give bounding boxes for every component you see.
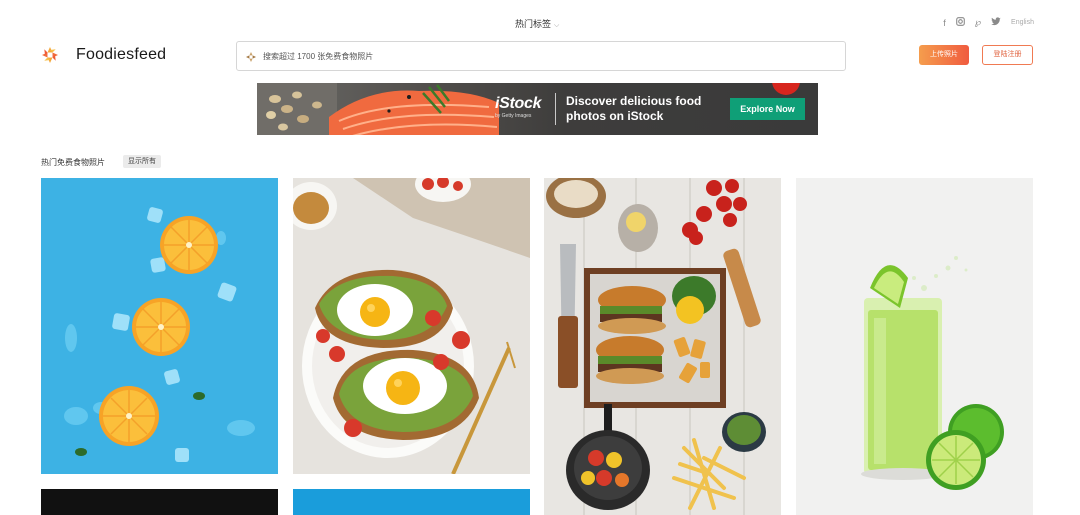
photo-tile-egg-toast[interactable] bbox=[293, 178, 530, 474]
istock-logo: iStock by Getty Images bbox=[495, 95, 542, 119]
photo-tile-dark[interactable] bbox=[41, 489, 278, 515]
ad-headline: Discover delicious food photos on iStock bbox=[566, 94, 702, 123]
popular-tags-label: 热门标签 bbox=[515, 19, 552, 29]
brand-name[interactable]: Foodiesfeed bbox=[76, 46, 166, 64]
burgers-image bbox=[544, 178, 781, 515]
search-box[interactable] bbox=[236, 41, 846, 71]
upload-photo-button[interactable]: 上传照片 bbox=[919, 45, 969, 65]
pinterest-icon[interactable]: ℘ bbox=[975, 17, 981, 28]
language-switch[interactable]: English bbox=[1011, 19, 1034, 26]
photo-tile-blue[interactable] bbox=[293, 489, 530, 515]
popular-tags-dropdown[interactable]: 热门标签 ⌵ bbox=[515, 17, 559, 30]
search-icon bbox=[245, 50, 257, 62]
istock-brand: iStock bbox=[495, 95, 542, 112]
logo-icon[interactable] bbox=[41, 46, 59, 64]
chevron-down-icon: ⌵ bbox=[554, 22, 560, 29]
photo-tile-oranges[interactable] bbox=[41, 178, 278, 474]
section-title: 热门免费食物照片 bbox=[41, 158, 105, 167]
egg-toast-image bbox=[293, 178, 530, 474]
ad-tomato-image bbox=[772, 83, 800, 95]
istock-ad-banner[interactable]: iStock by Getty Images Discover deliciou… bbox=[257, 83, 818, 135]
login-register-button[interactable]: 登陆注册 bbox=[982, 45, 1033, 65]
instagram-icon[interactable] bbox=[955, 17, 965, 28]
show-all-button[interactable]: 显示所有 bbox=[123, 155, 161, 168]
twitter-icon[interactable] bbox=[991, 17, 1001, 28]
photo-tile-burgers[interactable] bbox=[544, 178, 781, 515]
ad-salmon-image bbox=[329, 84, 499, 135]
ad-nuts-image bbox=[257, 83, 337, 135]
ad-divider bbox=[555, 93, 556, 125]
lime-juice-image bbox=[796, 178, 1033, 515]
search-input[interactable] bbox=[263, 47, 823, 65]
top-nav: 热门标签 ⌵ f ℘ English bbox=[0, 12, 1080, 34]
istock-brand-sub: by Getty Images bbox=[495, 113, 532, 119]
facebook-icon[interactable]: f bbox=[943, 18, 946, 28]
oranges-image bbox=[41, 178, 278, 474]
photo-tile-lime-juice[interactable] bbox=[796, 178, 1033, 515]
social-links: f ℘ English bbox=[943, 17, 1034, 28]
